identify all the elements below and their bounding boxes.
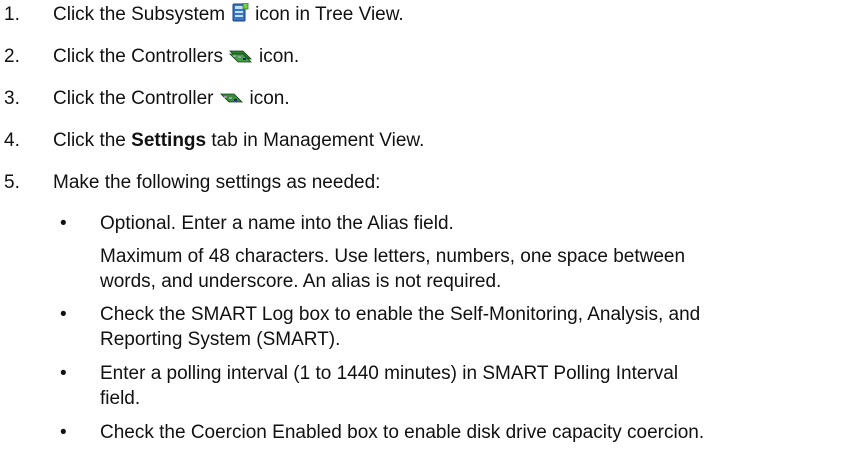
note-line: words, and underscore. An alias is not r… — [100, 271, 502, 292]
step-number: 1. — [4, 4, 20, 25]
step-text: Click the Controllers icon. — [53, 44, 299, 72]
step-number: 3. — [4, 88, 20, 109]
step-number: 5. — [4, 172, 20, 193]
step-number: 4. — [4, 130, 20, 151]
note-line: Maximum of 48 characters. Use letters, n… — [100, 246, 686, 267]
step-text: Make the following settings as needed: — [53, 172, 381, 193]
bullet-mark: • — [60, 363, 67, 384]
step-text-post: icon. — [259, 46, 300, 67]
step-text: Click the Subsystem icon in Tree View. — [53, 2, 404, 30]
step-text-post: tab in Management View. — [206, 130, 425, 151]
controllers-icon — [229, 47, 253, 72]
step-text: Click the Controller icon. — [53, 86, 290, 114]
step-text-post: icon. — [249, 88, 290, 109]
bullet-text: field. — [100, 388, 141, 409]
bullet-text: Reporting System (SMART). — [100, 329, 341, 350]
step-text-post: icon in Tree View. — [255, 4, 404, 25]
bullet-mark: • — [60, 422, 67, 443]
bullet-mark: • — [60, 304, 67, 325]
bullet-text: Optional. Enter a name into the Alias fi… — [100, 213, 454, 234]
step-text-pre: Click the Controllers — [53, 46, 223, 67]
document-page: { "steps": [ { "num": "1.", "pre": "Clic… — [0, 0, 861, 466]
subsystem-icon — [231, 2, 249, 30]
step-text-pre: Click the Controller — [53, 88, 214, 109]
bullet-text: Check the SMART Log box to enable the Se… — [100, 304, 701, 325]
controller-icon — [219, 89, 244, 114]
step-text-pre: Click the — [53, 130, 132, 151]
bullet-text: Enter a polling interval (1 to 1440 minu… — [100, 363, 679, 384]
bullet-mark: • — [60, 213, 67, 234]
settings-tab-label: Settings — [131, 130, 207, 151]
bullet-text: Check the Coercion Enabled box to enable… — [100, 422, 705, 443]
step-number: 2. — [4, 46, 20, 67]
step-text-pre: Click the Subsystem — [53, 4, 226, 25]
step-text: Click the Settings tab in Management Vie… — [53, 128, 424, 153]
